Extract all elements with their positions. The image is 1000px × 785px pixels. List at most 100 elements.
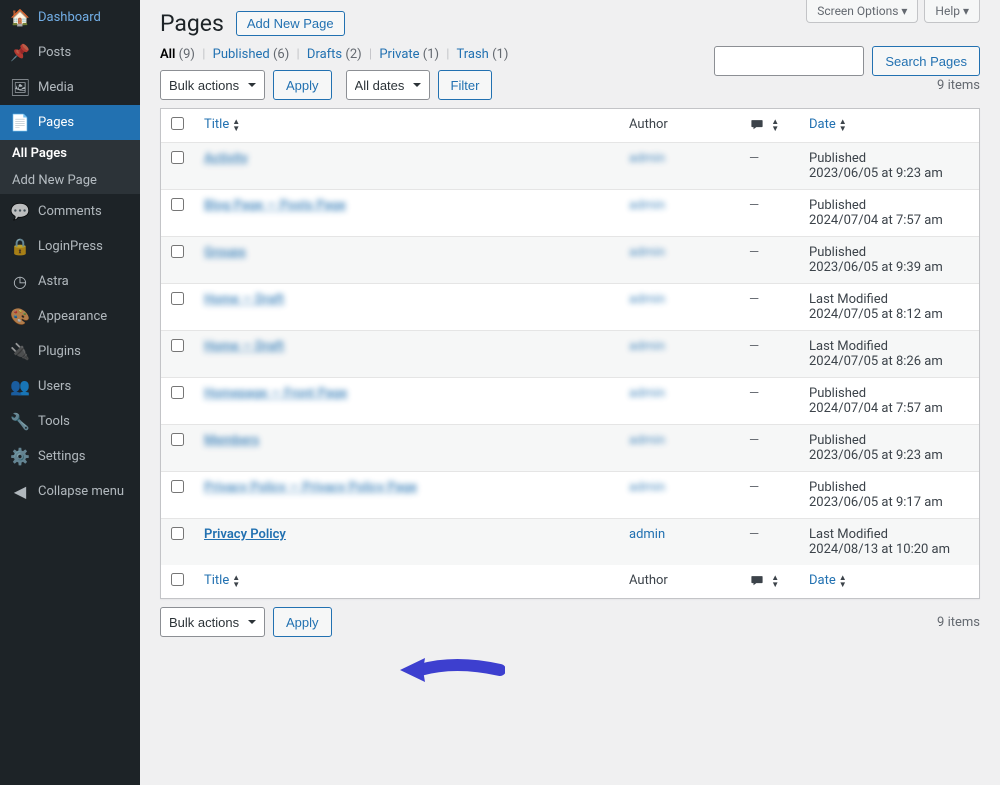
settings-icon: ⚙️ — [10, 447, 30, 466]
plugins-icon: 🔌 — [10, 342, 30, 361]
row-author-link[interactable]: admin — [629, 245, 665, 260]
bulk-apply-bottom[interactable]: Apply — [273, 607, 332, 637]
pages-icon: 📄 — [10, 113, 30, 132]
loginpress-icon: 🔒 — [10, 237, 30, 256]
row-author-link[interactable]: admin — [629, 433, 665, 448]
submenu-item-all-pages[interactable]: All Pages — [0, 140, 140, 167]
sidebar-item-astra[interactable]: ◷Astra — [0, 264, 140, 299]
bulk-actions-select-bottom[interactable]: Bulk actions — [160, 607, 265, 637]
row-date-status: Last Modified — [809, 527, 969, 542]
page-title: Pages — [160, 10, 224, 37]
select-all-bottom[interactable] — [171, 573, 184, 586]
submenu-item-add-new-page[interactable]: Add New Page — [0, 167, 140, 194]
row-date-time: 2023/06/05 at 9:23 am — [809, 448, 969, 463]
row-author-link[interactable]: admin — [629, 292, 665, 307]
sidebar-item-media[interactable]: 🖼 Media — [0, 70, 140, 105]
bulk-apply-top[interactable]: Apply — [273, 70, 332, 100]
row-title-link[interactable]: Home — Draft — [204, 339, 284, 354]
comments-icon — [749, 118, 765, 132]
row-author-link[interactable]: admin — [629, 386, 665, 401]
col-title-foot[interactable]: Title▲▼ — [194, 565, 619, 598]
row-date-status: Published — [809, 245, 969, 260]
select-all-top[interactable] — [171, 117, 184, 130]
row-checkbox[interactable] — [171, 245, 184, 258]
table-row: Privacy Policy — Privacy Policy Page admi… — [161, 471, 979, 518]
comments-icon — [749, 574, 765, 588]
sidebar-item-label: Users — [38, 379, 71, 394]
sidebar-item-label: Astra — [38, 274, 69, 289]
row-checkbox[interactable] — [171, 527, 184, 540]
row-title-link[interactable]: Privacy Policy — [204, 527, 286, 542]
row-checkbox[interactable] — [171, 292, 184, 305]
sidebar-item-collapse-menu[interactable]: ◀Collapse menu — [0, 474, 140, 509]
row-comments: — — [749, 527, 759, 542]
sidebar-item-tools[interactable]: 🔧 Tools — [0, 404, 140, 439]
row-date-status: Published — [809, 198, 969, 213]
bulk-actions-select-top[interactable]: Bulk actions — [160, 70, 265, 100]
row-comments: — — [749, 433, 759, 448]
row-checkbox[interactable] — [171, 386, 184, 399]
filter-drafts[interactable]: Drafts (2) — [307, 47, 362, 62]
tools-icon: 🔧 — [10, 412, 30, 431]
row-checkbox[interactable] — [171, 198, 184, 211]
col-comments[interactable]: ▲▼ — [739, 109, 799, 142]
filter-private[interactable]: Private (1) — [379, 47, 439, 62]
row-date-time: 2023/06/05 at 9:39 am — [809, 260, 969, 275]
row-title-link[interactable]: Homepage — Front Page — [204, 386, 347, 401]
row-checkbox[interactable] — [171, 339, 184, 352]
filter-published[interactable]: Published (6) — [213, 47, 290, 62]
search-pages-button[interactable]: Search Pages — [872, 46, 980, 76]
filter-trash[interactable]: Trash (1) — [456, 47, 508, 62]
table-row: Activityadmin—Published2023/06/05 at 9:2… — [161, 142, 979, 189]
sidebar-item-plugins[interactable]: 🔌Plugins — [0, 334, 140, 369]
row-date-time: 2023/06/05 at 9:17 am — [809, 495, 969, 510]
sidebar-item-loginpress[interactable]: 🔒 LoginPress — [0, 229, 140, 264]
media-icon: 🖼 — [10, 78, 30, 97]
row-title-link[interactable]: Members — [204, 433, 259, 448]
row-title-link[interactable]: Groups — [204, 245, 246, 260]
search-input[interactable] — [714, 46, 864, 76]
items-count-bottom: 9 items — [937, 615, 980, 630]
sidebar-item-posts[interactable]: 📌Posts — [0, 35, 140, 70]
row-checkbox[interactable] — [171, 480, 184, 493]
row-checkbox[interactable] — [171, 151, 184, 164]
row-author-link[interactable]: admin — [629, 527, 665, 542]
sidebar-item-users[interactable]: 👥Users — [0, 369, 140, 404]
row-title-link[interactable]: Home — Draft — [204, 292, 284, 307]
collapse-menu-icon: ◀ — [10, 482, 30, 501]
annotation-arrow — [395, 650, 505, 690]
row-date-status: Last Modified — [809, 339, 969, 354]
row-author-link[interactable]: admin — [629, 480, 665, 495]
date-filter-select[interactable]: All dates — [346, 70, 430, 100]
row-title-link[interactable]: Blog Page — Posts Page — [204, 198, 346, 213]
col-title[interactable]: Title▲▼ — [194, 109, 619, 142]
row-title-link[interactable]: Privacy Policy — Privacy Policy Page — [204, 480, 417, 495]
sidebar-item-label: LoginPress — [38, 239, 103, 254]
filter-all[interactable]: All (9) — [160, 47, 195, 62]
col-comments-foot[interactable]: ▲▼ — [739, 565, 799, 598]
sidebar-item-pages[interactable]: 📄Pages — [0, 105, 140, 140]
sidebar-item-settings[interactable]: ⚙️Settings — [0, 439, 140, 474]
col-author-foot[interactable]: Author — [619, 565, 739, 598]
col-date-foot[interactable]: Date▲▼ — [799, 565, 979, 598]
sidebar-item-comments[interactable]: 💬Comments — [0, 194, 140, 229]
pages-table: Title▲▼ Author ▲▼ Date▲▼ Activity admin — P… — [160, 108, 980, 599]
sidebar-item-dashboard[interactable]: 🏠Dashboard — [0, 0, 140, 35]
screen-options-tab[interactable]: Screen Options ▾ — [806, 0, 918, 23]
sidebar-item-appearance[interactable]: 🎨Appearance — [0, 299, 140, 334]
col-date[interactable]: Date▲▼ — [799, 109, 979, 142]
sidebar-item-label: Tools — [38, 414, 70, 429]
add-new-page-button[interactable]: Add New Page — [236, 11, 345, 36]
row-author-link[interactable]: admin — [629, 151, 665, 166]
help-tab[interactable]: Help ▾ — [924, 0, 980, 23]
filter-button[interactable]: Filter — [438, 70, 493, 100]
sidebar-item-label: Dashboard — [38, 10, 101, 25]
sidebar-item-label: Media — [38, 80, 74, 95]
row-author-link[interactable]: admin — [629, 339, 665, 354]
appearance-icon: 🎨 — [10, 307, 30, 326]
comments-icon: 💬 — [10, 202, 30, 221]
row-checkbox[interactable] — [171, 433, 184, 446]
col-author[interactable]: Author — [619, 109, 739, 142]
row-author-link[interactable]: admin — [629, 198, 665, 213]
row-title-link[interactable]: Activity — [204, 151, 248, 166]
